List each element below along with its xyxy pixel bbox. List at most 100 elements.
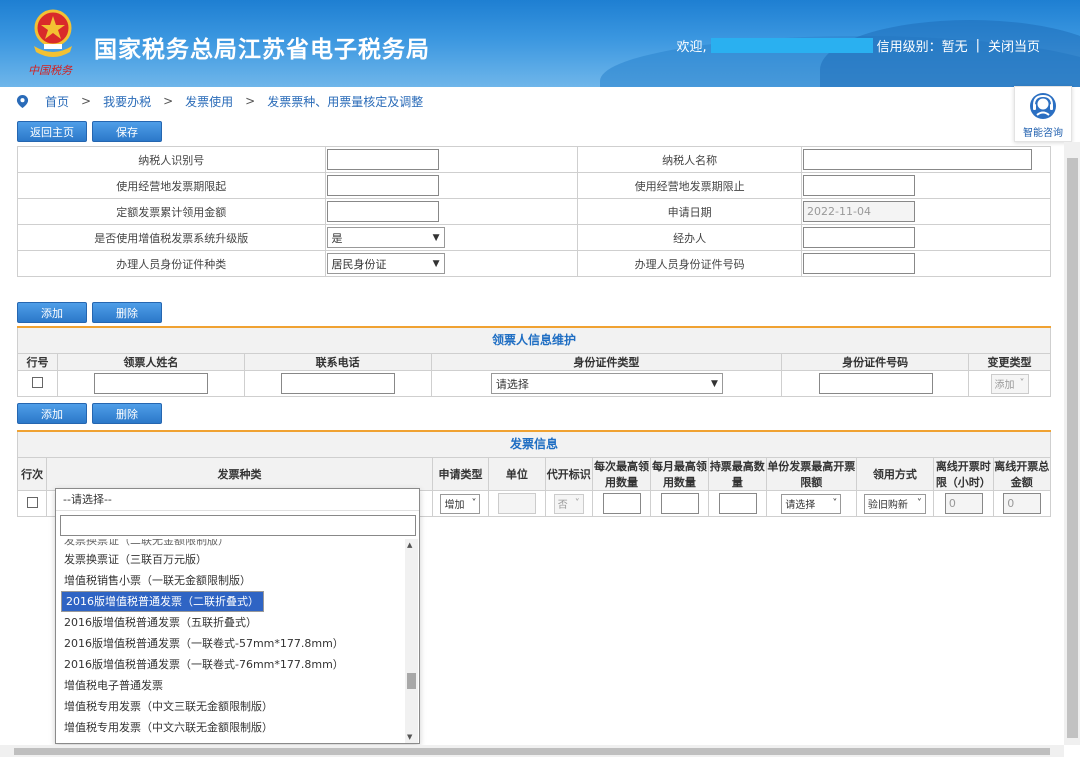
invoice-type-dropdown[interactable]: --请选择-- 发票换票证（二联无金额限制版） 发票换票证（三联百万元版） 增值… — [55, 488, 420, 744]
change-type-select[interactable]: 添加 ˅ — [990, 373, 1029, 394]
select-value: 请选择 — [785, 500, 816, 511]
page-vertical-scroll-thumb[interactable] — [1067, 158, 1078, 738]
recipient-add-button[interactable]: 添加 — [17, 302, 87, 323]
row-checkbox[interactable] — [31, 376, 43, 388]
dropdown-search-input[interactable] — [60, 515, 416, 536]
cell: 0 — [933, 490, 994, 517]
table-row: 请选择 ▼ 添加 ˅ — [17, 370, 1051, 397]
dropdown-option-selected[interactable]: 2016版增值税普通发票（二联折叠式） — [61, 591, 264, 612]
taxpayer-name-label: 纳税人名称 — [577, 146, 803, 173]
dropdown-option[interactable]: 增值税专用发票（中文三联无金额限制版） — [60, 696, 404, 717]
cell — [591, 490, 652, 517]
invoice-add-button[interactable]: 添加 — [17, 403, 87, 424]
cell — [801, 250, 1051, 277]
id-type-select[interactable]: 居民身份证 ▼ — [326, 253, 445, 274]
select-value: 请选择 — [495, 377, 529, 391]
apply-date-input[interactable]: 2022-11-04 — [803, 201, 916, 222]
back-home-button[interactable]: 返回主页 — [17, 121, 87, 142]
recipient-delete-button[interactable]: 删除 — [92, 302, 162, 323]
select-value: 增加 — [444, 500, 465, 511]
header-phone: 联系电话 — [243, 353, 432, 371]
max-limit-select[interactable]: 请选择 ˅ — [781, 493, 842, 514]
dropdown-option[interactable]: 发票换票证（二联无金额限制版） — [60, 539, 404, 549]
header-unit: 单位 — [488, 457, 546, 491]
header-row-no: 行号 — [17, 353, 58, 371]
phone-input[interactable] — [281, 373, 396, 394]
user-area: 欢迎, 信用级别：暂无 | 关闭当页 — [676, 36, 1040, 55]
header-row: 行次 — [16, 457, 48, 491]
upgrade-select[interactable]: 是 ▼ — [326, 227, 445, 248]
offline-amount-input[interactable]: 0 — [1003, 493, 1042, 514]
header-id-type: 身份证件类型 — [430, 353, 783, 371]
taxpayer-name-input[interactable] — [803, 149, 1033, 170]
row-checkbox[interactable] — [26, 496, 38, 508]
header-agent-flag: 代开标识 — [544, 457, 593, 491]
save-button[interactable]: 保存 — [92, 121, 162, 142]
dropdown-option[interactable]: 增值税专用发票（中文六联无金额限制版） — [60, 717, 404, 738]
chevron-down-icon: ˅ — [832, 498, 838, 509]
max-per-month-input[interactable] — [660, 493, 699, 514]
cell: 增加 ˅ — [431, 490, 490, 517]
period-end-input[interactable] — [803, 175, 916, 196]
dropdown-scrollbar[interactable]: ▲ ▼ — [405, 539, 418, 743]
smart-consult-button[interactable]: 智能咨询 — [1014, 86, 1072, 142]
recipient-section-title: 领票人信息维护 — [17, 328, 1051, 353]
header-receive-method: 领用方式 — [855, 457, 935, 491]
agent-flag-select[interactable]: 否 ˅ — [553, 493, 584, 514]
header-max-limit: 单份发票最高开票限额 — [766, 457, 857, 491]
handler-label: 经办人 — [577, 224, 803, 251]
header-max-per-month: 每月最高领用数量 — [650, 457, 709, 491]
max-held-input[interactable] — [718, 493, 757, 514]
period-start-input[interactable] — [326, 175, 439, 196]
dropdown-option[interactable]: 2016版增值税普通发票（一联卷式-57mm*177.8mm） — [60, 633, 404, 654]
breadcrumb-home[interactable]: 首页 — [45, 93, 69, 110]
receive-method-select[interactable]: 验旧购新 ˅ — [863, 493, 926, 514]
period-start-label: 使用经营地发票期限起 — [17, 172, 326, 199]
header-offline-hours: 离线开票时限（小时） — [933, 457, 994, 491]
select-value: 否 — [557, 500, 568, 511]
cell — [801, 172, 1051, 199]
header-apply-type: 申请类型 — [431, 457, 490, 491]
id-number-input[interactable] — [803, 253, 916, 274]
taxpayer-id-input[interactable] — [326, 149, 439, 170]
chevron-down-icon: ▼ — [432, 232, 440, 243]
cell: 否 ˅ — [544, 490, 593, 517]
unit-input[interactable] — [498, 493, 537, 514]
breadcrumb-invoice-use[interactable]: 发票使用 — [185, 93, 233, 110]
location-pin-icon — [16, 94, 29, 108]
max-per-time-input[interactable] — [603, 493, 642, 514]
recipient-id-number-input[interactable] — [818, 373, 933, 394]
invoice-type-select-value[interactable]: --请选择-- — [56, 489, 419, 511]
offline-hours-input[interactable]: 0 — [944, 493, 983, 514]
invoice-delete-button[interactable]: 删除 — [92, 403, 162, 424]
quota-amount-input[interactable] — [326, 201, 439, 222]
close-page-link[interactable]: 关闭当页 — [988, 36, 1040, 55]
apply-date-label: 申请日期 — [577, 198, 803, 225]
id-number-label: 办理人员身份证件号码 — [577, 250, 803, 277]
cell — [707, 490, 768, 517]
breadcrumb-tax[interactable]: 我要办税 — [103, 93, 151, 110]
site-title: 国家税务总局江苏省电子税务局 — [94, 37, 430, 63]
id-type-select-value: 居民身份证 — [331, 257, 387, 271]
breadcrumb: 首页 > 我要办税 > 发票使用 > 发票票种、用票量核定及调整 — [0, 87, 1080, 115]
tax-emblem-icon — [34, 9, 72, 57]
dropdown-option[interactable]: 发票换票证（三联百万元版） — [60, 549, 404, 570]
dropdown-option[interactable]: 2016版增值税普通发票（一联卷式-76mm*177.8mm） — [60, 654, 404, 675]
chevron-down-icon: ▼ — [432, 258, 440, 269]
cell — [781, 370, 970, 397]
cell — [243, 370, 432, 397]
handler-input[interactable] — [803, 227, 916, 248]
recipient-id-type-select[interactable]: 请选择 ▼ — [490, 373, 723, 394]
dropdown-option[interactable]: 增值税销售小票（一联无金额限制版） — [60, 570, 404, 591]
scroll-down-icon[interactable]: ▼ — [407, 733, 412, 741]
header-recipient-name: 领票人姓名 — [56, 353, 245, 371]
dropdown-option[interactable]: 2016版增值税普通发票（五联折叠式） — [60, 612, 404, 633]
page-horizontal-scroll-thumb[interactable] — [14, 748, 1050, 755]
header-change-type: 变更类型 — [968, 353, 1051, 371]
cell — [650, 490, 709, 517]
apply-type-select[interactable]: 增加 ˅ — [440, 493, 481, 514]
dropdown-scroll-thumb[interactable] — [407, 673, 416, 689]
scroll-up-icon[interactable]: ▲ — [407, 541, 412, 549]
recipient-name-input[interactable] — [94, 373, 209, 394]
dropdown-option[interactable]: 增值税电子普通发票 — [60, 675, 404, 696]
